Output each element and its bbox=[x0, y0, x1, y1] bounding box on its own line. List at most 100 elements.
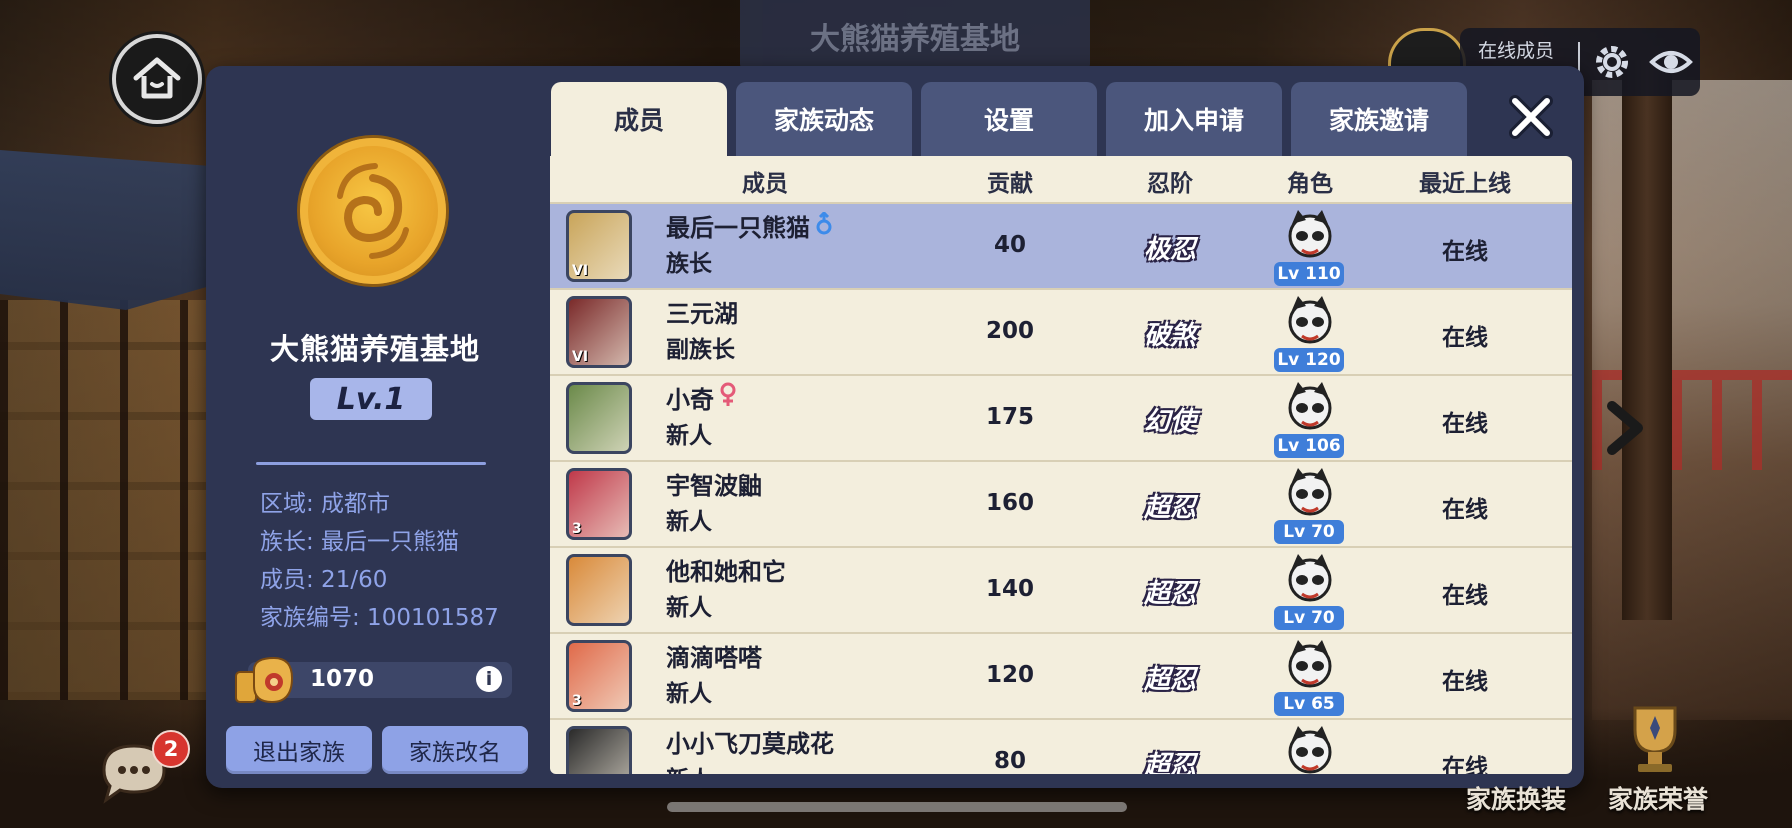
character-avatar-icon bbox=[1288, 640, 1332, 688]
ninja-rank-badge: 破煞 bbox=[1130, 304, 1210, 362]
member-contribution: 80 bbox=[993, 748, 1026, 774]
member-last-online: 在线 bbox=[1442, 583, 1488, 609]
member-contribution: 200 bbox=[985, 318, 1034, 344]
character-level-tag: Lv 106 bbox=[1274, 434, 1344, 458]
tab-settings[interactable]: 设置 bbox=[921, 82, 1097, 156]
table-row[interactable]: VI 最后一只熊猫 族长 40 极忍 Lv 110 在线 bbox=[550, 202, 1572, 290]
member-portrait[interactable]: 3 bbox=[566, 640, 632, 712]
character-level-tag: Lv 110 bbox=[1274, 262, 1344, 286]
trophy-icon[interactable] bbox=[1610, 700, 1700, 780]
member-portrait[interactable]: 3 bbox=[566, 468, 632, 540]
eye-icon[interactable] bbox=[1648, 42, 1694, 82]
quit-family-button[interactable]: 退出家族 bbox=[226, 726, 372, 774]
member-name: 滴滴嗒嗒 bbox=[666, 638, 762, 673]
member-name: 最后一只熊猫 bbox=[666, 208, 834, 243]
member-name-text: 滴滴嗒嗒 bbox=[666, 644, 762, 672]
character-avatar-icon bbox=[1288, 296, 1332, 344]
ninja-rank-text: 超忍 bbox=[1143, 492, 1196, 523]
ninja-rank-text: 破煞 bbox=[1143, 320, 1196, 351]
tab-join-requests[interactable]: 加入申请 bbox=[1106, 82, 1282, 156]
member-last-online: 在线 bbox=[1442, 411, 1488, 437]
member-portrait[interactable] bbox=[566, 382, 632, 454]
close-icon bbox=[1509, 95, 1553, 139]
member-last-online: 在线 bbox=[1442, 669, 1488, 695]
chevron-right-icon[interactable] bbox=[1596, 400, 1652, 456]
members-table: 成员 贡献 忍阶 角色 最近上线 VI 最后一只熊猫 族长 40 极忍 Lv 110 在线 V… bbox=[550, 156, 1572, 774]
member-contribution: 120 bbox=[985, 662, 1034, 688]
tab-members[interactable]: 成员 bbox=[551, 82, 727, 156]
tab-family-invites[interactable]: 家族邀请 bbox=[1291, 82, 1467, 156]
online-members-label: 在线成员 bbox=[1478, 40, 1555, 62]
close-button[interactable] bbox=[1506, 92, 1556, 142]
member-portrait[interactable]: VI bbox=[566, 296, 632, 368]
member-role: 新人 bbox=[666, 509, 712, 535]
table-row[interactable]: 小奇 新人 175 幻使 Lv 106 在线 bbox=[550, 374, 1572, 462]
ninja-rank-text: 极忍 bbox=[1143, 234, 1196, 265]
member-portrait[interactable] bbox=[566, 554, 632, 626]
member-last-online: 在线 bbox=[1442, 325, 1488, 351]
character-avatar-icon bbox=[1288, 554, 1332, 602]
home-button[interactable] bbox=[112, 34, 202, 124]
member-tier-label: 3 bbox=[572, 693, 582, 709]
header-rank: 忍阶 bbox=[1147, 171, 1193, 197]
member-portrait[interactable]: VI bbox=[566, 210, 632, 282]
character-level-tag: Lv 70 bbox=[1274, 606, 1344, 630]
home-indicator bbox=[667, 802, 1127, 812]
background-pillar bbox=[1622, 60, 1672, 620]
table-row[interactable]: VI 三元湖副族长 200 破煞 Lv 120 在线 bbox=[550, 288, 1572, 376]
member-last-online: 在线 bbox=[1442, 497, 1488, 523]
member-name-text: 最后一只熊猫 bbox=[666, 214, 810, 242]
rename-family-button[interactable]: 家族改名 bbox=[382, 726, 528, 774]
info-icon[interactable]: i bbox=[476, 666, 502, 692]
member-last-online: 在线 bbox=[1442, 239, 1488, 265]
member-name-text: 小奇 bbox=[666, 386, 714, 414]
member-role: 族长 bbox=[666, 251, 712, 277]
member-role: 新人 bbox=[666, 681, 712, 707]
member-name-text: 三元湖 bbox=[666, 300, 738, 328]
family-funds-value: 1070 bbox=[310, 666, 375, 692]
ninja-rank-badge: 超忍 bbox=[1130, 648, 1210, 706]
member-name-text: 小小飞刀莫成花 bbox=[666, 730, 834, 758]
member-role: 新人 bbox=[666, 760, 712, 774]
ninja-rank-badge: 超忍 bbox=[1130, 476, 1210, 534]
family-leader: 族长: 最后一只熊猫 bbox=[260, 529, 460, 555]
family-id: 家族编号: 100101587 bbox=[260, 605, 499, 631]
table-row[interactable]: 3 宇智波鼬 新人 160 超忍 Lv 70 在线 bbox=[550, 460, 1572, 548]
background-lattice bbox=[0, 300, 210, 700]
family-level-badge: Lv.1 bbox=[310, 378, 432, 420]
gear-icon[interactable] bbox=[1592, 42, 1632, 82]
character-avatar-icon bbox=[1288, 468, 1332, 516]
member-role: 副族长 bbox=[666, 337, 735, 363]
header-character: 角色 bbox=[1287, 171, 1333, 197]
member-contribution: 140 bbox=[985, 576, 1034, 602]
header-member: 成员 bbox=[742, 171, 788, 197]
character-level-tag: Lv 65 bbox=[1274, 692, 1344, 716]
family-honor-button[interactable]: 家族荣誉 bbox=[1608, 780, 1708, 816]
chat-unread-badge: 2 bbox=[152, 730, 190, 768]
member-contribution: 160 bbox=[985, 490, 1034, 516]
member-role: 新人 bbox=[666, 595, 712, 621]
female-symbol-icon bbox=[720, 382, 736, 406]
member-portrait[interactable] bbox=[566, 726, 632, 774]
family-member-count: 成员: 21/60 bbox=[260, 567, 388, 593]
info-divider bbox=[256, 462, 486, 465]
home-icon bbox=[133, 57, 181, 99]
character-level-tag: Lv 120 bbox=[1274, 348, 1344, 372]
member-contribution: 175 bbox=[985, 404, 1034, 430]
member-name-text: 宇智波鼬 bbox=[666, 472, 762, 500]
member-name: 宇智波鼬 bbox=[666, 466, 762, 501]
ninja-rank-text: 超忍 bbox=[1143, 664, 1196, 695]
family-region: 区域: 成都市 bbox=[260, 491, 391, 517]
banner-title: 大熊猫养殖基地 bbox=[810, 22, 1020, 57]
member-name: 三元湖 bbox=[666, 294, 738, 329]
member-tier-label: 3 bbox=[572, 521, 582, 537]
character-avatar-icon bbox=[1288, 382, 1332, 430]
table-row[interactable]: 他和她和它 新人 140 超忍 Lv 70 在线 bbox=[550, 546, 1572, 634]
tab-family-activity[interactable]: 家族动态 bbox=[736, 82, 912, 156]
male-symbol-icon bbox=[816, 210, 832, 235]
table-row[interactable]: 3 滴滴嗒嗒新人 120 超忍 Lv 65 在线 bbox=[550, 632, 1572, 720]
member-name: 小小飞刀莫成花 bbox=[666, 724, 834, 759]
family-outfit-button[interactable]: 家族换装 bbox=[1466, 780, 1566, 816]
coin-bag-icon bbox=[235, 656, 294, 704]
table-row[interactable]: 小小飞刀莫成花新人 80 超忍 在线 bbox=[550, 718, 1572, 774]
